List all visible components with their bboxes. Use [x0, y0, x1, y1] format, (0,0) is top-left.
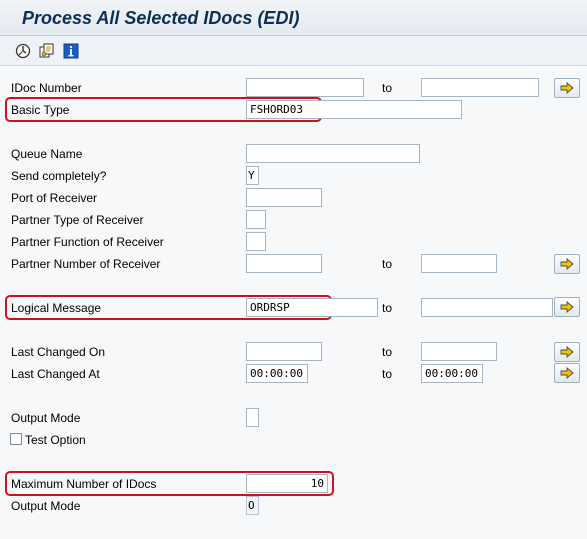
partner-number-to-input[interactable] — [421, 254, 497, 273]
execute-icon[interactable] — [14, 42, 32, 60]
partner-function-label: Partner Function of Receiver — [11, 235, 164, 249]
test-option-label: Test Option — [25, 433, 86, 447]
application-toolbar — [0, 36, 587, 66]
arrow-right-icon — [560, 301, 574, 313]
basic-type-label: Basic Type — [11, 103, 70, 117]
last-changed-on-multiple-selection-button[interactable] — [554, 342, 580, 362]
send-completely-input[interactable]: Y — [246, 166, 259, 185]
partner-number-multiple-selection-button[interactable] — [554, 254, 580, 274]
logical-message-multiple-selection-button[interactable] — [554, 297, 580, 317]
test-option-checkbox[interactable] — [10, 433, 22, 445]
basic-type-input[interactable]: FSHORD03 — [246, 100, 462, 119]
idoc-number-from-input[interactable] — [246, 78, 364, 97]
info-icon[interactable] — [62, 42, 80, 60]
partner-function-input[interactable] — [246, 232, 266, 251]
partner-type-input[interactable] — [246, 210, 266, 229]
last-changed-on-from-input[interactable] — [246, 342, 322, 361]
logical-message-from-input[interactable]: ORDRSP — [246, 298, 378, 317]
idoc-number-to-input[interactable] — [421, 78, 539, 97]
send-completely-label: Send completely? — [11, 169, 107, 183]
max-idocs-label: Maximum Number of IDocs — [11, 477, 157, 491]
partner-type-label: Partner Type of Receiver — [11, 213, 144, 227]
page-title: Process All Selected IDocs (EDI) — [22, 8, 300, 28]
last-changed-on-label: Last Changed On — [11, 345, 106, 359]
output-mode-2-label: Output Mode — [11, 499, 81, 513]
idoc-number-multiple-selection-button[interactable] — [554, 78, 580, 98]
port-of-receiver-input[interactable] — [246, 188, 322, 207]
queue-name-label: Queue Name — [11, 147, 83, 161]
logical-message-to-label: to — [382, 301, 393, 315]
partner-number-label: Partner Number of Receiver — [11, 257, 161, 271]
queue-name-input[interactable] — [246, 144, 420, 163]
last-changed-at-multiple-selection-button[interactable] — [554, 363, 580, 383]
arrow-right-icon — [560, 258, 574, 270]
last-changed-at-label: Last Changed At — [11, 367, 100, 381]
output-mode-label: Output Mode — [11, 411, 81, 425]
logical-message-label: Logical Message — [11, 301, 102, 315]
last-changed-on-to-label: to — [382, 345, 393, 359]
partner-number-from-input[interactable] — [246, 254, 322, 273]
output-mode-2-input[interactable]: O — [246, 496, 259, 515]
last-changed-at-to-input[interactable]: 00:00:00 — [421, 364, 483, 383]
max-idocs-input[interactable]: 10 — [246, 474, 328, 493]
port-of-receiver-label: Port of Receiver — [11, 191, 98, 205]
arrow-right-icon — [560, 367, 574, 379]
last-changed-at-to-label: to — [382, 367, 393, 381]
last-changed-on-to-input[interactable] — [421, 342, 497, 361]
idoc-number-to-label: to — [382, 81, 393, 95]
arrow-right-icon — [560, 82, 574, 94]
last-changed-at-from-input[interactable]: 00:00:00 — [246, 364, 308, 383]
idoc-number-label: IDoc Number — [11, 81, 82, 95]
arrow-right-icon — [560, 346, 574, 358]
title-bar: Process All Selected IDocs (EDI) — [0, 0, 587, 36]
partner-number-to-label: to — [382, 257, 393, 271]
variant-icon[interactable] — [38, 42, 56, 60]
output-mode-input[interactable] — [246, 408, 259, 427]
logical-message-to-input[interactable] — [421, 298, 553, 317]
